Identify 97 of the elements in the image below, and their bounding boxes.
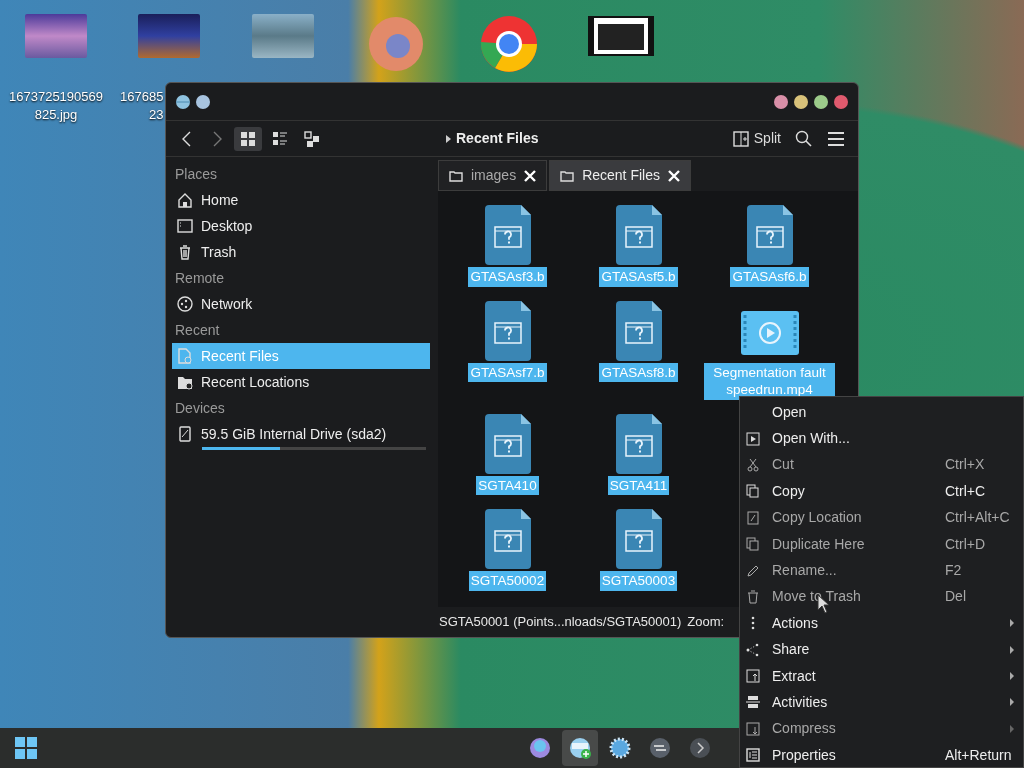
- copy-icon: [746, 484, 760, 499]
- toggle-icon: [649, 737, 671, 759]
- section-heading: Recent: [174, 320, 221, 340]
- photo-placeholder[interactable]: [138, 14, 200, 58]
- view-mode-button[interactable]: [234, 126, 262, 151]
- copy-icon: [746, 537, 760, 552]
- trash-icon: [177, 244, 193, 260]
- file-label[interactable]: 167685 23: [120, 88, 164, 124]
- menu-icon: [827, 129, 845, 148]
- photo-placeholder[interactable]: [25, 14, 87, 58]
- share-icon: [746, 642, 760, 657]
- sidebar-item[interactable]: Home: [172, 187, 430, 213]
- network-icon: [177, 296, 193, 312]
- trash-icon: [746, 589, 760, 604]
- menu-item[interactable]: Open: [740, 399, 1023, 426]
- section-heading: Devices: [174, 398, 226, 418]
- gear-icon: [609, 737, 631, 759]
- section-heading: Places: [174, 164, 219, 184]
- home-icon: [177, 192, 193, 208]
- shade-button[interactable]: [774, 94, 788, 109]
- app-icon: [176, 94, 190, 109]
- sidebar-item[interactable]: Network: [172, 291, 430, 317]
- menu-item[interactable]: Activities: [740, 689, 1023, 716]
- submenu-arrow-icon: [1009, 644, 1015, 655]
- close-button[interactable]: [834, 94, 848, 109]
- compress-icon: [746, 721, 760, 736]
- video-file-icon[interactable]: [588, 14, 654, 58]
- desktop-icon: [177, 218, 193, 234]
- submenu-arrow-icon: [1009, 723, 1015, 734]
- menu-item[interactable]: Open With...: [740, 425, 1023, 452]
- pin-icon[interactable]: [196, 94, 210, 109]
- submenu-arrow-icon: [1009, 671, 1015, 682]
- play-icon: [746, 431, 760, 446]
- extract-icon: [746, 669, 760, 684]
- folder-icon: [569, 737, 591, 759]
- search-icon: [795, 129, 813, 148]
- menu-item[interactable]: Copy Ctrl+C: [740, 478, 1023, 505]
- sidebar-item[interactable]: Desktop: [172, 213, 430, 239]
- unknown-file-icon[interactable]: [484, 413, 531, 474]
- unknown-file-icon[interactable]: [615, 300, 662, 361]
- menu-item[interactable]: Extract: [740, 662, 1023, 690]
- shortcut-text: Ctrl+D: [945, 534, 987, 554]
- zoom-label: Zoom:: [687, 613, 725, 632]
- scissors-icon: [746, 457, 760, 472]
- location-icon: [746, 510, 760, 525]
- details-view-icon: [271, 129, 289, 148]
- status-text: SGTA50001 (Points...nloads/SGTA50001): [439, 613, 682, 632]
- pencil-icon: [746, 563, 760, 578]
- unknown-file-icon[interactable]: [484, 300, 531, 361]
- unknown-file-icon[interactable]: [615, 205, 662, 265]
- close-icon: [667, 169, 680, 182]
- sidebar-item[interactable]: Recent Locations: [172, 369, 430, 395]
- unknown-file-icon[interactable]: [484, 205, 531, 265]
- taskbar-button[interactable]: [562, 730, 598, 766]
- shortcut-text: F2: [945, 561, 963, 581]
- shortcut-text: Del: [945, 587, 967, 607]
- shortcut-text: Alt+Return: [945, 745, 1013, 765]
- tab[interactable]: images: [438, 160, 548, 191]
- close-icon: [524, 169, 537, 182]
- start-icon: [14, 736, 38, 760]
- tab[interactable]: Recent Files: [549, 160, 691, 191]
- menu-item[interactable]: Actions: [740, 610, 1023, 637]
- sidebar-item[interactable]: Trash: [172, 239, 430, 265]
- unknown-file-icon[interactable]: [615, 509, 662, 570]
- tree-view-icon: [303, 129, 321, 148]
- file-label[interactable]: 1673725190569 825.jpg: [9, 88, 103, 124]
- drive-icon: [177, 426, 193, 442]
- menu-item[interactable]: Share: [740, 636, 1023, 663]
- folder-icon: [449, 169, 463, 182]
- split-icon: [732, 130, 749, 147]
- folder-icon: [560, 169, 575, 182]
- section-heading: Remote: [174, 268, 226, 288]
- chevron-icon: [689, 737, 711, 759]
- split-button[interactable]: Split: [727, 125, 786, 152]
- unknown-file-icon[interactable]: [484, 509, 531, 570]
- menu-item[interactable]: Properties Alt+Return: [740, 742, 1023, 768]
- unknown-file-icon[interactable]: [746, 205, 793, 265]
- unknown-file-icon[interactable]: [615, 413, 662, 474]
- clock-file-icon: [177, 348, 193, 364]
- browser-icon[interactable]: [479, 14, 539, 74]
- submenu-arrow-icon: [1009, 618, 1015, 629]
- sidebar-item[interactable]: 59.5 GiB Internal Drive (sda2): [172, 421, 430, 447]
- expand-arrow-icon: [444, 133, 452, 144]
- maximize-button[interactable]: [814, 94, 828, 109]
- icons-view-icon: [239, 129, 257, 148]
- activities-icon: [746, 695, 760, 710]
- globe-icon: [529, 737, 551, 759]
- submenu-arrow-icon: [1009, 697, 1015, 708]
- close-tab-button[interactable]: [667, 169, 680, 182]
- minimize-button[interactable]: [794, 94, 808, 109]
- shortcut-text: Ctrl+Alt+C: [945, 508, 1011, 528]
- shortcut-text: Ctrl+C: [945, 481, 987, 501]
- properties-icon: [746, 748, 760, 763]
- close-tab-button[interactable]: [524, 169, 537, 182]
- shortcut-text: Ctrl+X: [945, 455, 986, 475]
- breadcrumb[interactable]: Recent Files: [456, 128, 539, 149]
- clock-folder-icon: [177, 374, 193, 390]
